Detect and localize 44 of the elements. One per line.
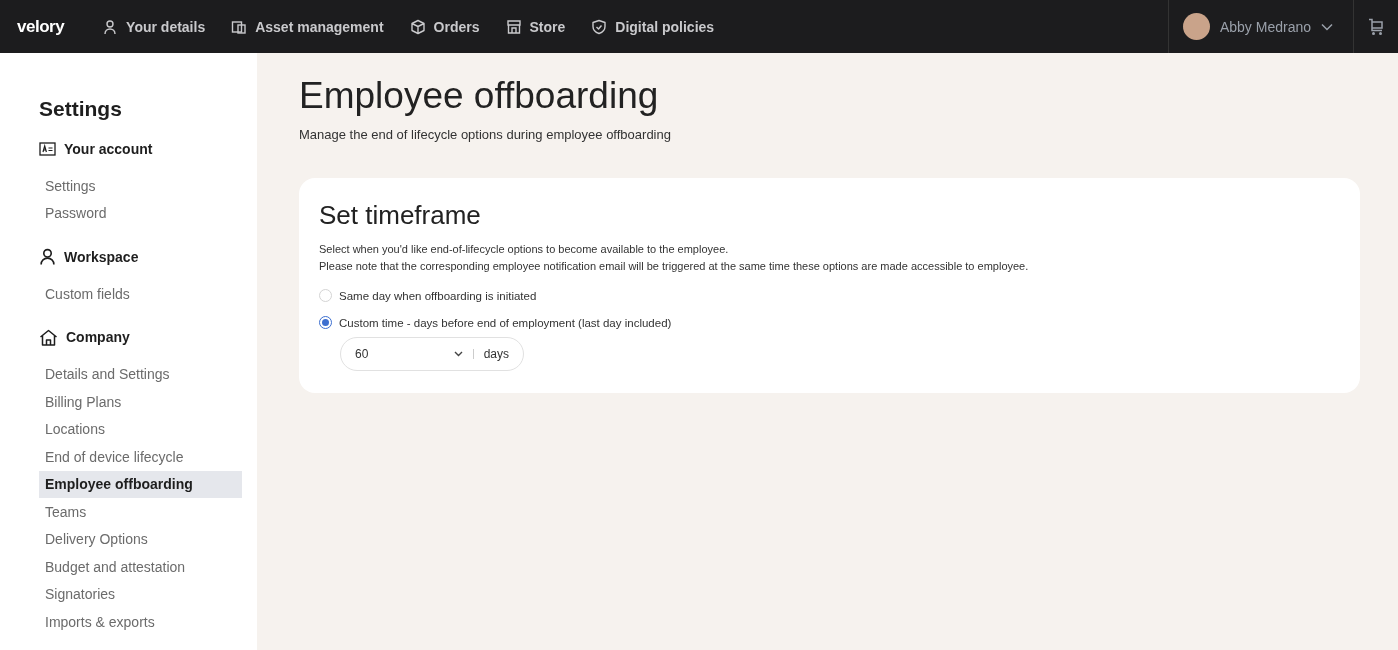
sidebar-title: Settings xyxy=(39,97,123,121)
sidebar-item[interactable]: Budget and attestation xyxy=(39,553,242,581)
nav-item[interactable]: Digital policies xyxy=(591,18,715,35)
section-heading: Company xyxy=(66,329,130,345)
person-icon xyxy=(102,18,119,35)
user-menu[interactable]: Abby Medrano xyxy=(1167,0,1354,53)
sidebar-item[interactable]: Delivery Options xyxy=(39,525,242,553)
sidebar-item[interactable]: Settings xyxy=(39,172,242,200)
days-select[interactable]: 60 days xyxy=(340,337,524,371)
nav-item[interactable]: Your details xyxy=(102,18,206,35)
avatar xyxy=(1182,13,1210,40)
section-heading: Workspace xyxy=(64,248,139,265)
devices-icon xyxy=(231,18,248,35)
person-icon xyxy=(39,248,56,265)
sidebar-item[interactable]: Password xyxy=(39,199,242,227)
sidebar-item[interactable]: Details and Settings xyxy=(39,360,242,388)
cart-icon[interactable] xyxy=(1368,17,1384,36)
radio-option[interactable]: Custom time - days before end of employment (last day included) xyxy=(319,316,672,329)
chevron-down-icon xyxy=(453,351,463,357)
description-text: Please note that the corresponding employee notification email will be triggered at the same time these options are made accessible to employee. xyxy=(319,259,1030,274)
logo[interactable]: velory xyxy=(17,16,65,37)
page-title: Employee offboarding xyxy=(299,75,660,117)
shield-icon xyxy=(591,18,608,35)
box-icon xyxy=(409,18,426,35)
description-text: Select when you'd like end-of-lifecycle options to become available to the employee. xyxy=(319,242,730,257)
sidebar-item[interactable]: Teams xyxy=(39,498,242,526)
sidebar-item[interactable]: Custom fields xyxy=(39,280,242,308)
home-icon xyxy=(39,328,58,346)
id-card-icon xyxy=(39,142,56,156)
sidebar-item[interactable]: Locations xyxy=(39,415,242,443)
nav-item[interactable]: Asset management xyxy=(231,18,384,35)
nav-item[interactable]: Store xyxy=(505,18,566,35)
chevron-down-icon xyxy=(1321,22,1333,31)
sidebar-item[interactable]: Imports & exports xyxy=(39,608,242,636)
sidebar-item[interactable]: Billing Plans xyxy=(39,388,242,416)
page-subtitle: Manage the end of lifecycle options during employee offboarding xyxy=(299,127,672,142)
nav-item[interactable]: Orders xyxy=(409,18,480,35)
sidebar-item[interactable]: End of device lifecycle xyxy=(39,443,242,471)
radio-option[interactable]: Same day when offboarding is initiated xyxy=(319,289,537,302)
sidebar-item[interactable]: Signatories xyxy=(39,580,242,608)
card-title: Set timeframe xyxy=(319,200,482,231)
sidebar-item[interactable]: Employee offboarding xyxy=(39,470,242,498)
section-heading: Your account xyxy=(64,141,153,157)
store-icon xyxy=(505,18,522,35)
